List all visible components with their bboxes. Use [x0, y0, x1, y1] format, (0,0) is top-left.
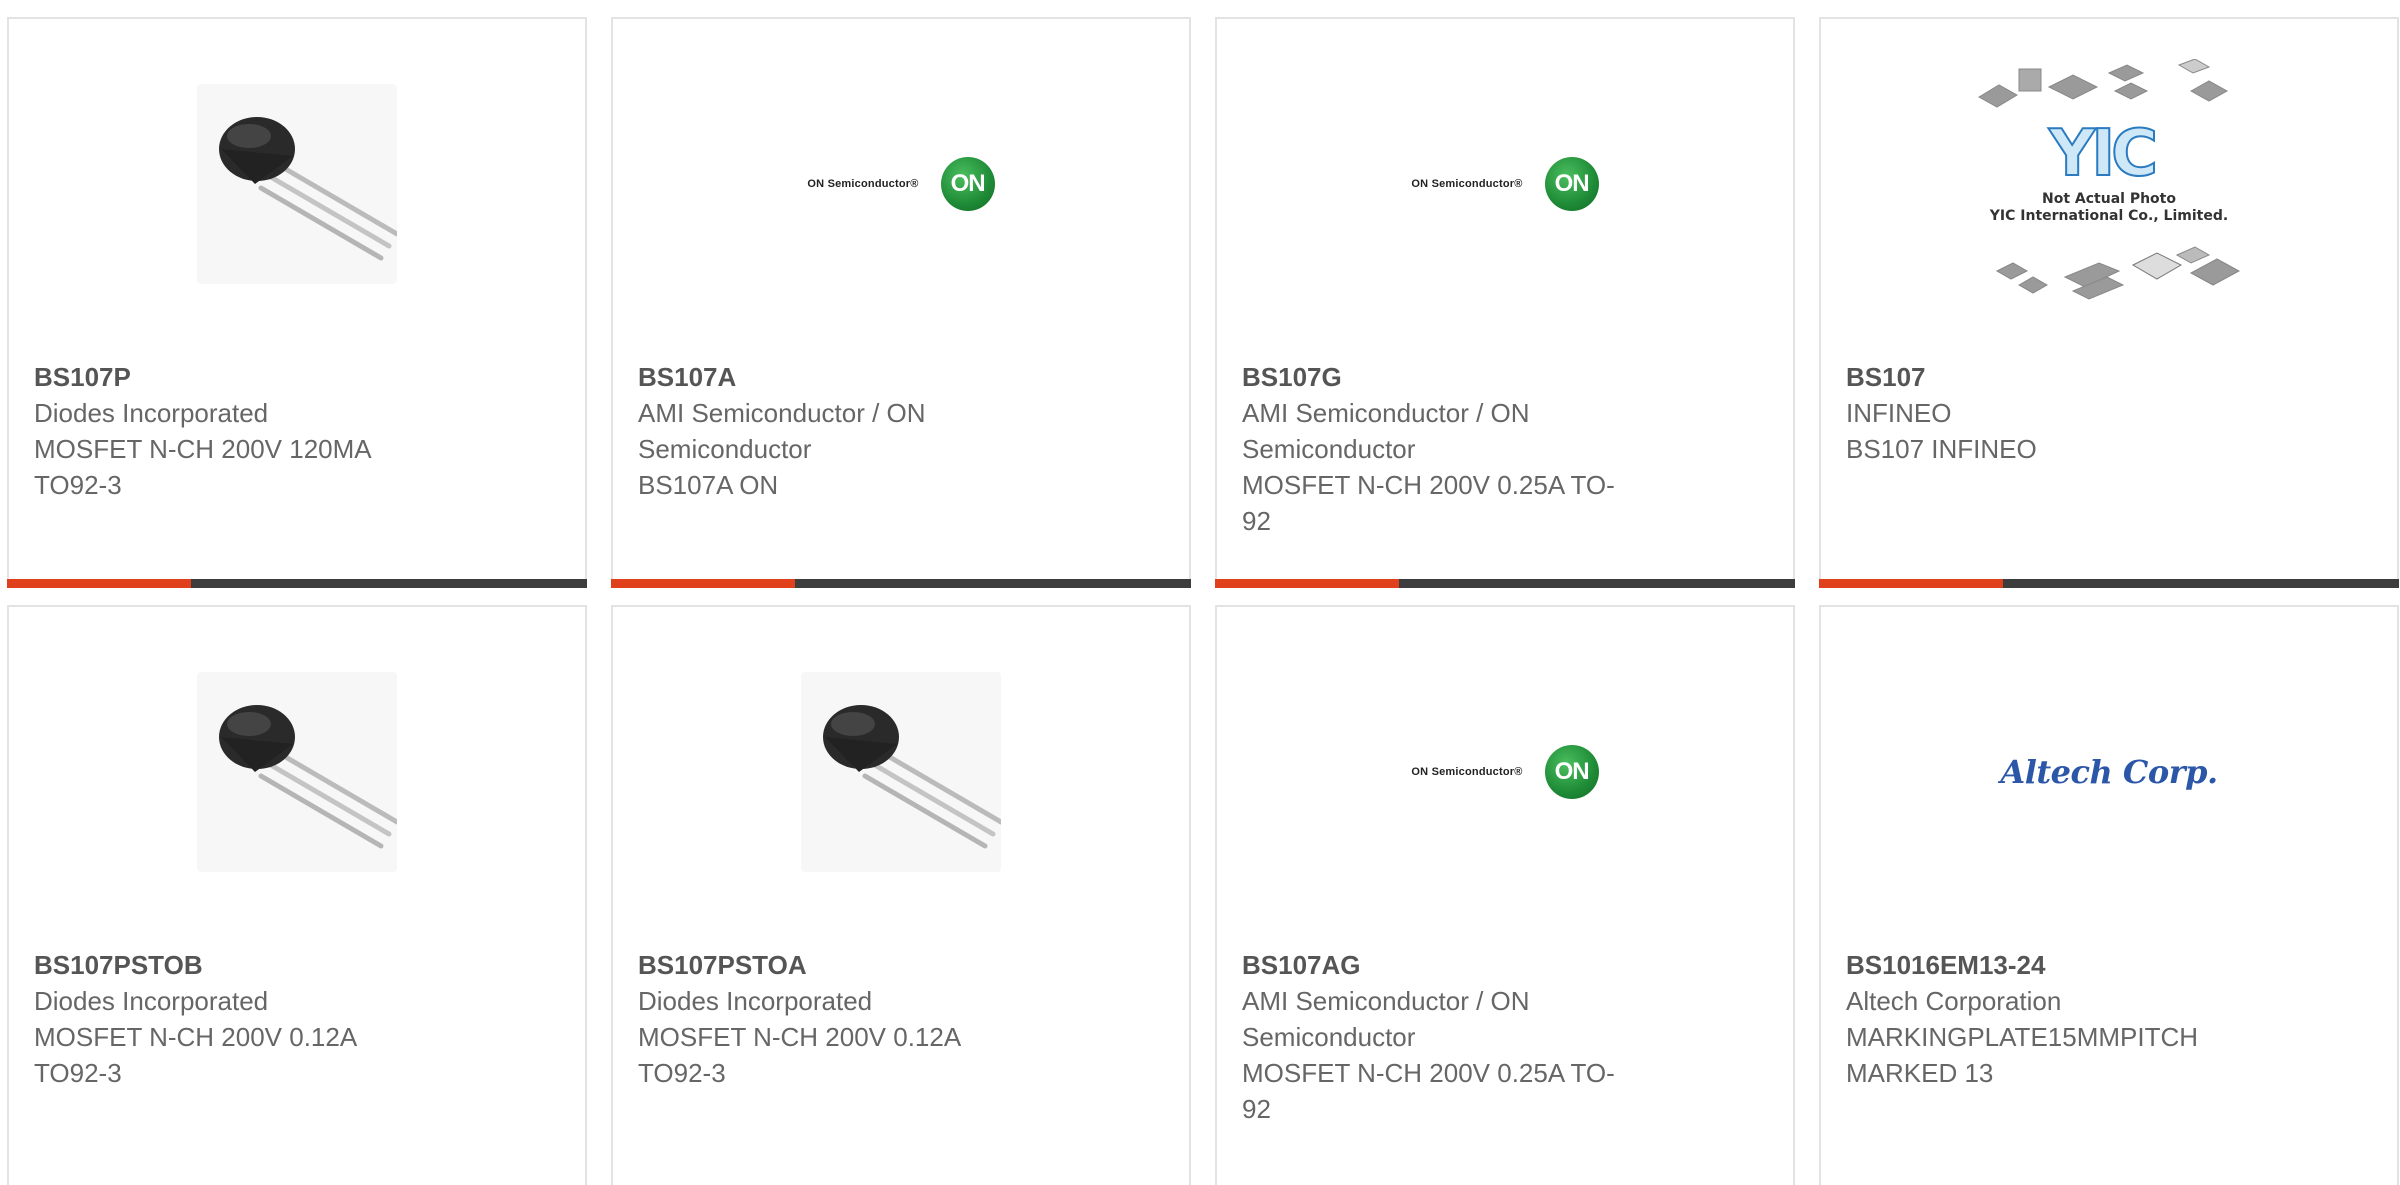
description: MARKINGPLATE15MMPITCH: [1846, 1022, 2199, 1052]
altech-logo: Altech Corp.: [2000, 753, 2218, 791]
transistor-icon: [219, 117, 400, 261]
manufacturer: Diodes Incorporated: [34, 398, 269, 428]
card-bar-accent: [611, 579, 795, 588]
product-image[interactable]: Altech Corp.: [1821, 607, 2397, 937]
part-number[interactable]: BS107AG: [1242, 947, 1662, 983]
part-number[interactable]: BS107PSTOB: [34, 947, 454, 983]
description-cont: TO92-3: [638, 1058, 726, 1088]
product-image[interactable]: [613, 607, 1189, 937]
on-logo-mark: ON: [1544, 745, 1599, 799]
product-card-bs107pstob[interactable]: BS107PSTOB Diodes Incorporated MOSFET N-…: [7, 605, 587, 1185]
description: BS107 INFINEO: [1846, 434, 2037, 464]
card-bar: [611, 579, 1191, 588]
description: MOSFET N-CH 200V 0.12A: [34, 1022, 358, 1052]
on-logo-text: ON Semiconductor®: [807, 178, 919, 190]
product-image[interactable]: ON Semiconductor® ON: [1217, 607, 1793, 937]
description: MOSFET N-CH 200V 0.25A TO-: [1242, 1058, 1615, 1088]
product-card-bs107pstoa[interactable]: BS107PSTOA Diodes Incorporated MOSFET N-…: [611, 605, 1191, 1185]
part-number[interactable]: BS107A: [638, 359, 1058, 395]
transistor-icon: [219, 705, 400, 849]
on-logo-text: ON Semiconductor®: [1411, 178, 1523, 190]
product-image[interactable]: [9, 607, 585, 937]
product-image[interactable]: [9, 19, 585, 349]
on-semiconductor-logo: ON Semiconductor® ON: [1411, 745, 1599, 799]
manufacturer-cont: Semiconductor: [1242, 1022, 1416, 1052]
card-bar-accent: [7, 579, 191, 588]
product-image[interactable]: YIC Not Actual Photo YIC International C…: [1821, 19, 2397, 349]
manufacturer: AMI Semiconductor / ON: [1242, 986, 1530, 1016]
manufacturer: Altech Corporation: [1846, 986, 2062, 1016]
description-cont: 92: [1242, 1094, 1271, 1124]
manufacturer-cont: Semiconductor: [1242, 434, 1416, 464]
manufacturer: AMI Semiconductor / ON: [638, 398, 926, 428]
product-image[interactable]: ON Semiconductor® ON: [613, 19, 1189, 349]
description-cont: TO92-3: [34, 470, 122, 500]
part-number[interactable]: BS107: [1846, 359, 2266, 395]
card-bar: [7, 579, 587, 588]
transistor-photo: [197, 84, 400, 284]
yic-caption-line1: Not Actual Photo: [2042, 191, 2176, 207]
transistor-icon: [823, 705, 1004, 849]
yic-caption: Not Actual Photo YIC International Co., …: [1969, 191, 2249, 225]
on-logo-mark: ON: [1544, 157, 1599, 211]
manufacturer: Diodes Incorporated: [638, 986, 873, 1016]
description: MOSFET N-CH 200V 0.12A: [638, 1022, 962, 1052]
product-card-bs107p[interactable]: BS107P Diodes Incorporated MOSFET N-CH 2…: [7, 17, 587, 588]
transistor-photo: [801, 672, 1004, 872]
description: BS107A ON: [638, 470, 779, 500]
part-number[interactable]: BS107G: [1242, 359, 1662, 395]
card-bar: [1819, 579, 2399, 588]
transistor-photo: [197, 672, 400, 872]
product-card-bs107a[interactable]: ON Semiconductor® ON BS107A AMI Semicond…: [611, 17, 1191, 588]
description-cont: 92: [1242, 506, 1271, 536]
part-number[interactable]: BS107P: [34, 359, 454, 395]
part-number[interactable]: BS1016EM13-24: [1846, 947, 2266, 983]
description: MOSFET N-CH 200V 0.25A TO-: [1242, 470, 1615, 500]
manufacturer: INFINEO: [1846, 398, 1952, 428]
product-card-bs1016em13-24[interactable]: Altech Corp. BS1016EM13-24 Altech Corpor…: [1819, 605, 2399, 1185]
product-card-bs107ag[interactable]: ON Semiconductor® ON BS107AG AMI Semicon…: [1215, 605, 1795, 1185]
description: MOSFET N-CH 200V 120MA: [34, 434, 372, 464]
card-bar-accent: [1215, 579, 1399, 588]
on-logo-text: ON Semiconductor®: [1411, 766, 1523, 778]
yic-not-actual-photo: YIC Not Actual Photo YIC International C…: [1969, 59, 2249, 309]
on-semiconductor-logo: ON Semiconductor® ON: [1411, 157, 1599, 211]
product-card-bs107[interactable]: YIC Not Actual Photo YIC International C…: [1819, 17, 2399, 588]
part-number[interactable]: BS107PSTOA: [638, 947, 1058, 983]
manufacturer-cont: Semiconductor: [638, 434, 812, 464]
description-cont: TO92-3: [34, 1058, 122, 1088]
yic-caption-line2: YIC International Co., Limited.: [1989, 208, 2229, 224]
card-bar-accent: [1819, 579, 2003, 588]
product-image[interactable]: ON Semiconductor® ON: [1217, 19, 1793, 349]
manufacturer: AMI Semiconductor / ON: [1242, 398, 1530, 428]
product-card-bs107g[interactable]: ON Semiconductor® ON BS107G AMI Semicond…: [1215, 17, 1795, 588]
description-cont: MARKED 13: [1846, 1058, 1994, 1088]
yic-logo: YIC: [2048, 116, 2159, 192]
product-grid: BS107P Diodes Incorporated MOSFET N-CH 2…: [0, 0, 2400, 1185]
on-semiconductor-logo: ON Semiconductor® ON: [807, 157, 995, 211]
on-logo-mark: ON: [940, 157, 995, 211]
card-bar: [1215, 579, 1795, 588]
manufacturer: Diodes Incorporated: [34, 986, 269, 1016]
